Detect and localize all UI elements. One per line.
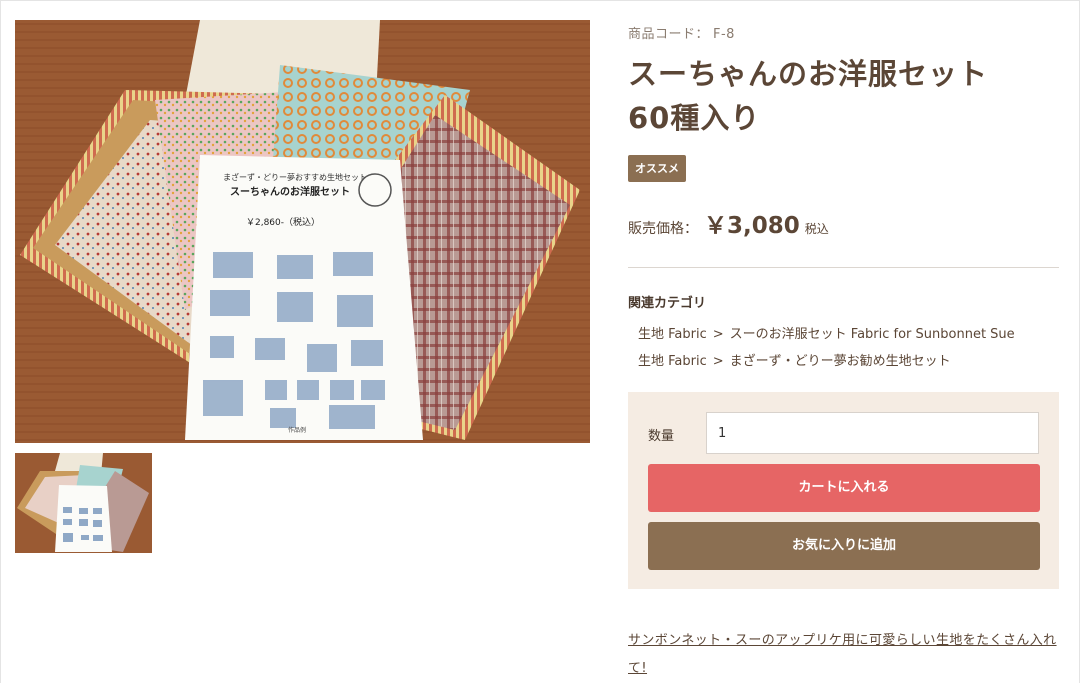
svg-text:まざーず・どりー夢おすすめ生地セット: まざーず・どりー夢おすすめ生地セット <box>223 172 367 182</box>
quantity-label: 数量 <box>648 429 675 444</box>
price-label: 販売価格： <box>628 221 698 237</box>
divider <box>628 267 1059 268</box>
related-category-1: 生地 Fabric > スーのお洋服セット Fabric for Sunbonnet… <box>638 323 1015 342</box>
category-link-sunbonnet-sue[interactable]: スーのお洋服セット Fabric for Sunbonnet Sue <box>730 327 1015 342</box>
product-title: スーちゃんのお洋服セット 60種入り <box>628 57 1019 135</box>
product-photo: まざーず・どりー夢おすすめ生地セット スーちゃんのお洋服セット ￥2,860-（… <box>15 20 590 443</box>
price-value: ￥3,080 <box>704 213 800 239</box>
product-thumbnail[interactable] <box>15 453 152 553</box>
category-link-recommended-sets[interactable]: まざーず・どりー夢お勧め生地セット <box>730 354 951 369</box>
quantity-input[interactable] <box>706 412 1039 454</box>
card-price: ￥2,860-（税込） <box>246 216 320 228</box>
cart-panel: 数量 カートに入れる お気に入りに追加 <box>628 392 1059 589</box>
card-footer: 作品例 <box>288 426 306 434</box>
thumbnail-photo <box>15 453 152 553</box>
product-code: 商品コード： F-8 <box>628 23 735 42</box>
promo-link[interactable]: サンボンネット・スーのアップリケ用に可愛らしい生地をたくさん入れて! <box>628 627 1059 683</box>
recommend-badge: オススメ <box>628 155 686 182</box>
breadcrumb-separator: > <box>712 354 724 369</box>
card-heading: スーちゃんのお洋服セット <box>230 185 350 198</box>
price-row: 販売価格： ￥3,080 税込 <box>628 206 829 240</box>
tax-note: 税込 <box>804 222 829 236</box>
related-categories-title: 関連カテゴリ <box>628 296 707 311</box>
product-main-image[interactable]: まざーず・どりー夢おすすめ生地セット スーちゃんのお洋服セット ￥2,860-（… <box>15 20 590 443</box>
breadcrumb-separator: > <box>712 327 724 342</box>
related-category-2: 生地 Fabric > まざーず・どりー夢お勧め生地セット <box>638 350 951 369</box>
add-to-cart-button[interactable]: カートに入れる <box>648 464 1040 512</box>
category-link-parent[interactable]: 生地 Fabric <box>638 327 707 342</box>
category-link-parent[interactable]: 生地 Fabric <box>638 354 707 369</box>
product-code-label: 商品コード： <box>628 27 710 42</box>
product-code-value: F-8 <box>713 27 735 42</box>
add-to-favorites-button[interactable]: お気に入りに追加 <box>648 522 1040 570</box>
